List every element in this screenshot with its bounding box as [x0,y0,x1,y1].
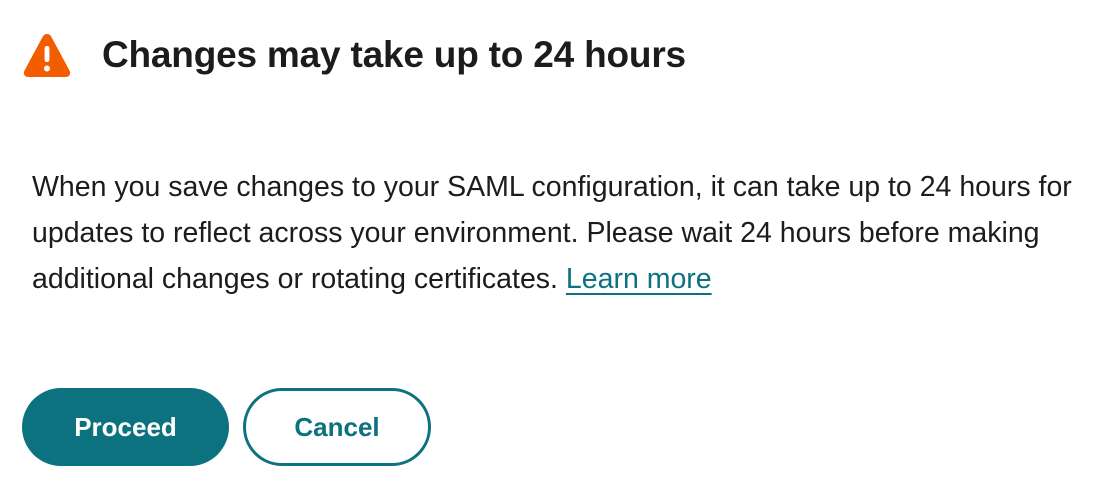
dialog-actions: Proceed Cancel [22,388,431,466]
dialog-message: When you save changes to your SAML confi… [32,164,1107,302]
dialog-header: Changes may take up to 24 hours [22,30,686,80]
proceed-button[interactable]: Proceed [22,388,229,466]
confirmation-dialog: Changes may take up to 24 hours When you… [0,0,1110,486]
learn-more-link[interactable]: Learn more [566,263,712,295]
warning-triangle-icon [22,31,72,79]
dialog-body-text: When you save changes to your SAML confi… [32,171,1072,295]
cancel-button[interactable]: Cancel [243,388,431,466]
dialog-title: Changes may take up to 24 hours [102,34,686,75]
